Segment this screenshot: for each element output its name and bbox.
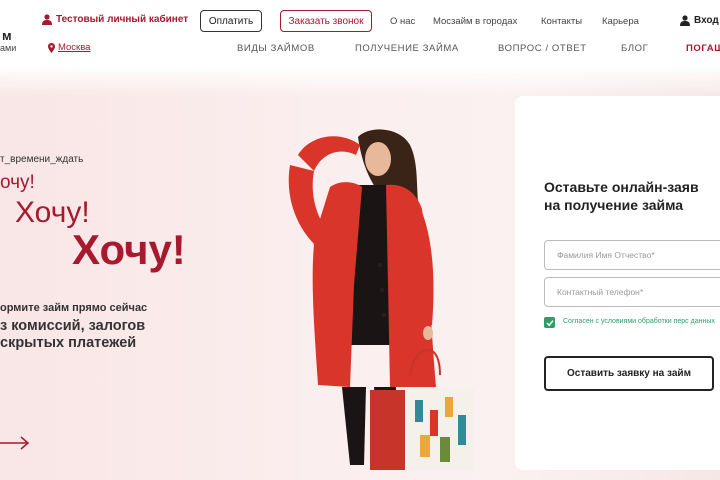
hero-benefit-2: скрытых платежей [0, 335, 137, 351]
nav-getting-loan[interactable]: ПОЛУЧЕНИЕ ЗАЙМА [355, 43, 459, 54]
map-pin-icon [48, 42, 55, 53]
user-icon [680, 15, 690, 26]
full-name-input[interactable] [544, 240, 720, 270]
nav-loan-types[interactable]: ВИДЫ ЗАЙМОВ [237, 43, 315, 54]
request-call-button[interactable]: Заказать звонок [280, 10, 372, 32]
submit-application-button[interactable]: Оставить заявку на займ [544, 356, 714, 391]
nav-repayment[interactable]: ПОГАШ [686, 43, 720, 54]
personal-cabinet-label: Тестовый личный кабинет [56, 14, 189, 25]
nav-link-career[interactable]: Карьера [602, 16, 639, 27]
checkmark-icon [545, 319, 554, 326]
nav-faq[interactable]: ВОПРОС / ОТВЕТ [498, 43, 587, 54]
personal-cabinet-link[interactable]: Тестовый личный кабинет [42, 14, 188, 25]
logo-subtext: ами [0, 43, 17, 53]
nav-link-cities[interactable]: Мосзайм в городах [433, 16, 517, 27]
user-icon [42, 14, 52, 25]
arrow-right-icon[interactable] [0, 436, 30, 450]
phone-input[interactable] [544, 277, 720, 307]
login-label: Вход [694, 15, 719, 26]
pay-button[interactable]: Оплатить [200, 10, 262, 32]
city-selector[interactable]: Москва [48, 42, 90, 53]
hero-want-small: очу! [0, 172, 35, 193]
login-link[interactable]: Вход [680, 15, 719, 26]
hero-want-medium: Хочу! [15, 196, 90, 229]
consent-checkbox[interactable] [544, 317, 555, 328]
hero-benefit-1: з комиссий, залогов [0, 318, 146, 334]
form-title: Оставьте онлайн-заяв на получение займа [544, 179, 699, 213]
hero-fade [0, 66, 720, 96]
nav-blog[interactable]: БЛОГ [621, 43, 648, 54]
city-name: Москва [58, 42, 91, 53]
consent-text[interactable]: Согласен с условиями обработки перс данн… [563, 317, 720, 326]
logo-text[interactable]: м [2, 28, 12, 43]
hero-woman-image [288, 129, 475, 470]
hero-hashtag: т_времени_ждать [0, 154, 84, 165]
hero-want-large: Хочу! [72, 226, 186, 273]
nav-link-about[interactable]: О нас [390, 16, 415, 27]
nav-link-contacts[interactable]: Контакты [541, 16, 582, 27]
site-header: м ами Тестовый личный кабинет Оплатить З… [0, 0, 720, 64]
hero-subtitle: ормите займ прямо сейчас [0, 302, 148, 314]
